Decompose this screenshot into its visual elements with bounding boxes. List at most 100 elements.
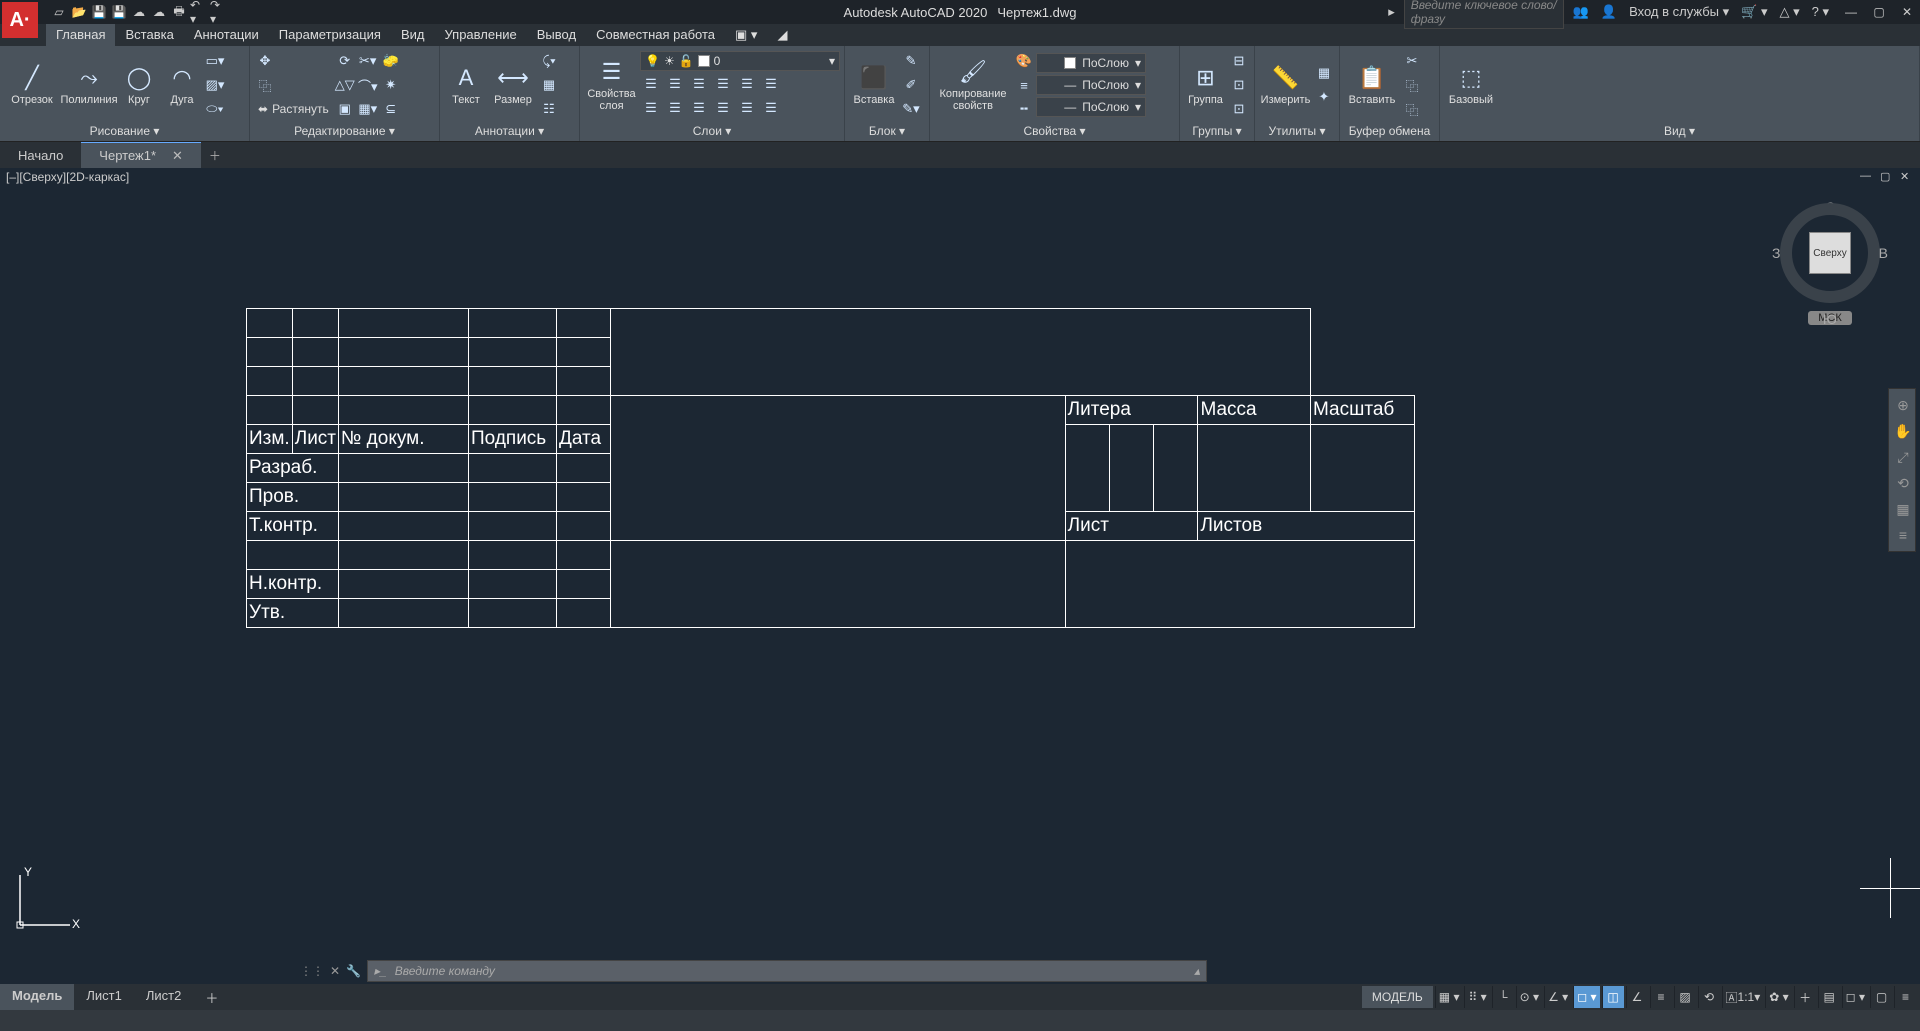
text-button[interactable]: AТекст [444, 50, 488, 120]
panel-utilities-label[interactable]: Утилиты ▾ [1257, 122, 1337, 140]
viewcube-face[interactable]: Сверху [1809, 232, 1851, 274]
rectangle-icon[interactable]: ▭▾ [204, 50, 226, 72]
layer-tool-icon[interactable]: ☰ [688, 97, 710, 119]
panel-view-label[interactable]: Вид ▾ [1442, 122, 1917, 140]
group-button[interactable]: ⊞Группа [1184, 50, 1227, 120]
keyword-search-input[interactable]: Введите ключевое слово/фразу [1404, 0, 1564, 29]
clean-screen[interactable]: ▢ [1870, 986, 1892, 1008]
open-icon[interactable]: 📂 [70, 3, 88, 21]
layer-tool-icon[interactable]: ☰ [640, 73, 662, 95]
edit-block-icon[interactable]: ✐ [900, 74, 922, 96]
workspace-switch[interactable]: ✿ ▾ [1765, 986, 1791, 1008]
layer-tool-icon[interactable]: ☰ [736, 73, 758, 95]
add-tab-button[interactable]: ＋ [201, 142, 229, 168]
tab-parametric[interactable]: Параметризация [269, 24, 391, 46]
panel-layers-label[interactable]: Слои ▾ [582, 122, 842, 140]
isodraft-toggle[interactable]: ∠ ▾ [1544, 986, 1571, 1008]
fillet-icon[interactable]: ⌒▾ [357, 74, 379, 96]
cmd-customize-icon[interactable]: 🔧 [346, 964, 361, 978]
trim-icon[interactable]: ✂▾ [357, 50, 379, 72]
create-block-icon[interactable]: ✎ [900, 50, 922, 72]
layer-tool-icon[interactable]: ☰ [640, 97, 662, 119]
cloud-open-icon[interactable]: ☁ [130, 3, 148, 21]
undo-icon[interactable]: ↶ ▾ [190, 3, 208, 21]
offset-icon[interactable]: ⊆ [380, 98, 402, 120]
cloud-save-icon[interactable]: ☁ [150, 3, 168, 21]
polar-toggle[interactable]: ⊙ ▾ [1516, 986, 1542, 1008]
layer-tool-icon[interactable]: ☰ [712, 97, 734, 119]
modelspace-toggle[interactable]: МОДЕЛЬ [1362, 986, 1433, 1008]
new-icon[interactable]: ▱ [50, 3, 68, 21]
color-wheel-icon[interactable]: 🎨 [1013, 50, 1035, 72]
model-tab[interactable]: Модель [0, 984, 74, 1010]
showmotion-icon[interactable]: ▦ [1891, 497, 1915, 521]
stretch-button[interactable]: ⬌ Растянуть [254, 98, 333, 120]
panel-draw-label[interactable]: Рисование ▾ [2, 122, 247, 140]
tab-collaborate[interactable]: Совместная работа [586, 24, 725, 46]
layer-dropdown[interactable]: 💡 ☀ 🔓 0 ▾ [640, 51, 840, 71]
a360-icon[interactable]: △ ▾ [1776, 4, 1802, 20]
viewport-label[interactable]: [–][Сверху][2D-каркас] [6, 170, 129, 184]
util-icon[interactable]: ▦ [1313, 62, 1335, 84]
explode-icon[interactable]: ✷ [380, 74, 402, 96]
paste-button[interactable]: 📋Вставить [1344, 50, 1400, 120]
layer-properties-button[interactable]: ☰Свойства слоя [584, 50, 639, 120]
vp-maximize-button[interactable]: ▢ [1880, 170, 1894, 184]
maximize-button[interactable]: ▢ [1870, 4, 1888, 20]
plot-icon[interactable]: 🖶 [170, 3, 188, 21]
copy-clip-icon[interactable]: ⿻ [1401, 74, 1423, 96]
layer-tool-icon[interactable]: ☰ [760, 73, 782, 95]
tab-view[interactable]: Вид [391, 24, 435, 46]
hardware-accel[interactable]: ▤ [1818, 986, 1840, 1008]
help-icon[interactable]: ? ▾ [1809, 4, 1832, 20]
infocenter-icon[interactable]: 👥 [1570, 4, 1592, 20]
ortho-toggle[interactable]: └ [1492, 986, 1514, 1008]
zoom-extents-icon[interactable]: ⤢ [1891, 445, 1915, 469]
tab-output[interactable]: Вывод [527, 24, 586, 46]
layer-tool-icon[interactable]: ☰ [736, 97, 758, 119]
cmd-close-icon[interactable]: ✕ [330, 964, 340, 978]
annotation-scale[interactable]: 🄰 1:1 ▾ [1722, 986, 1764, 1008]
isolate-objects[interactable]: ◻ ▾ [1842, 986, 1868, 1008]
sheet2-tab[interactable]: Лист2 [134, 984, 193, 1010]
snap-toggle[interactable]: ⠿ ▾ [1464, 986, 1489, 1008]
tab-manage[interactable]: Управление [434, 24, 526, 46]
redo-icon[interactable]: ↷ ▾ [210, 3, 228, 21]
group-bbox-icon[interactable]: ⊡ [1228, 98, 1250, 120]
vp-close-button[interactable]: ✕ [1900, 170, 1914, 184]
base-view-button[interactable]: ⬚Базовый [1444, 50, 1498, 120]
dimension-button[interactable]: ⟷Размер [489, 50, 537, 120]
signin-button[interactable]: Вход в службы ▾ [1626, 4, 1732, 20]
lineweight-toggle[interactable]: ≡ [1650, 986, 1672, 1008]
lineweight-icon[interactable]: ≡ [1013, 74, 1035, 96]
cmd-handle-icon[interactable]: ⋮⋮ [300, 964, 324, 978]
leader-icon[interactable]: ⤹▾ [538, 50, 560, 72]
grid-toggle[interactable]: ▦ ▾ [1435, 986, 1463, 1008]
customize-status[interactable]: ≡ [1894, 986, 1916, 1008]
copy-base-icon[interactable]: ⿻ [1401, 98, 1423, 120]
close-button[interactable]: ✕ [1898, 4, 1916, 20]
osnap-toggle[interactable]: ◻ ▾ [1573, 986, 1599, 1008]
cut-icon[interactable]: ✂ [1401, 50, 1423, 72]
tab-insert[interactable]: Вставка [115, 24, 183, 46]
mirror-icon[interactable]: △▽ [334, 74, 356, 96]
cmd-history-icon[interactable]: ▴ [1194, 964, 1200, 978]
linetype-dropdown[interactable]: — ПоСлою ▾ [1036, 97, 1146, 117]
color-dropdown[interactable]: ПоСлою ▾ [1036, 53, 1146, 73]
annotation-monitor[interactable]: ＋ [1794, 986, 1816, 1008]
hatch-icon[interactable]: ▨▾ [204, 74, 226, 96]
panel-block-label[interactable]: Блок ▾ [847, 122, 927, 140]
arc-button[interactable]: ◠Дуга [161, 50, 203, 120]
linetype-ref-icon[interactable]: ╍ [1013, 98, 1035, 120]
measure-button[interactable]: 📏Измерить [1259, 50, 1312, 120]
user-icon[interactable]: 👤 [1598, 4, 1620, 20]
add-layout-button[interactable]: ＋ [193, 984, 230, 1010]
close-tab-icon[interactable]: ✕ [172, 148, 183, 164]
saveas-icon[interactable]: 💾 [110, 3, 128, 21]
panel-groups-label[interactable]: Группы ▾ [1182, 122, 1252, 140]
search-arrow-icon[interactable]: ▸ [1385, 4, 1398, 20]
start-tab[interactable]: Начало [0, 142, 81, 168]
sheet1-tab[interactable]: Лист1 [74, 984, 133, 1010]
pan-icon[interactable]: ✋ [1891, 419, 1915, 443]
copy-icon[interactable]: ⿻ [254, 74, 276, 96]
